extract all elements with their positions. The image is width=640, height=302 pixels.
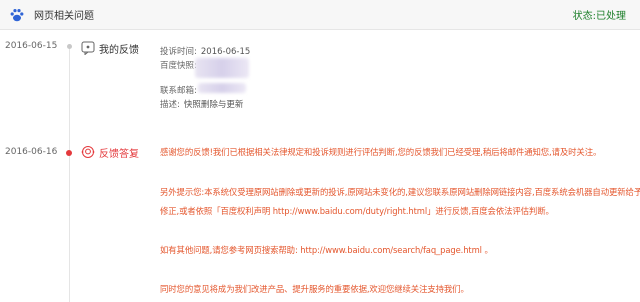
reply-line-5: 同时您的意见将成为我们改进产品、提升服务的重要依据,欢迎您继续关注支持我们。 (160, 284, 469, 294)
contact-label: 联系邮箱: (160, 86, 197, 96)
header-bar: 网页相关问题 状态:已处理 (0, 0, 640, 30)
baidu-paw-icon (10, 9, 24, 22)
reply-line-3: 修正,或者依照「百度权利声明 http://www.baidu.com/duty… (160, 206, 554, 216)
complaint-time-label: 投诉时间: (160, 47, 197, 57)
feedback-label: 我的反馈 (99, 45, 139, 56)
reply-label: 反馈答复 (99, 149, 139, 160)
snapshot-label: 百度快照: (160, 61, 197, 71)
contact-row: 联系邮箱: (160, 84, 197, 96)
complaint-time-row: 投诉时间: 2016-06-15 (160, 45, 250, 57)
chat-bubble-icon (81, 41, 95, 55)
reply-date: 2016-06-16 (5, 147, 58, 157)
support-agent-icon (81, 146, 95, 158)
reply-line-2: 另外提示您:本系统仅受理原网站删除或更新的投诉,原网站未变化的,建议您联系原网站… (160, 187, 640, 197)
contact-redacted (198, 83, 246, 93)
description-value: 快照删除与更新 (183, 100, 244, 110)
description-label: 描述: (160, 100, 180, 110)
reply-line-4: 如有其他问题,请您参考网页搜索帮助: http://www.baidu.com/… (160, 245, 493, 255)
complaint-time-value: 2016-06-15 (200, 47, 251, 57)
timeline-line (69, 44, 70, 302)
status-badge: 状态:已处理 (572, 11, 626, 22)
snapshot-row: 百度快照: (160, 59, 197, 71)
reply-line-1: 感谢您的反馈!我们已根据相关法律规定和投诉规则进行评估判断,您的反馈我们已经受理… (160, 147, 602, 157)
timeline-dot-reply (66, 150, 72, 156)
description-row: 描述: 快照删除与更新 (160, 98, 243, 110)
header-title: 网页相关问题 (34, 11, 94, 22)
feedback-date: 2016-06-15 (5, 41, 58, 51)
timeline-dot-feedback (67, 44, 72, 49)
snapshot-redacted (195, 58, 249, 78)
